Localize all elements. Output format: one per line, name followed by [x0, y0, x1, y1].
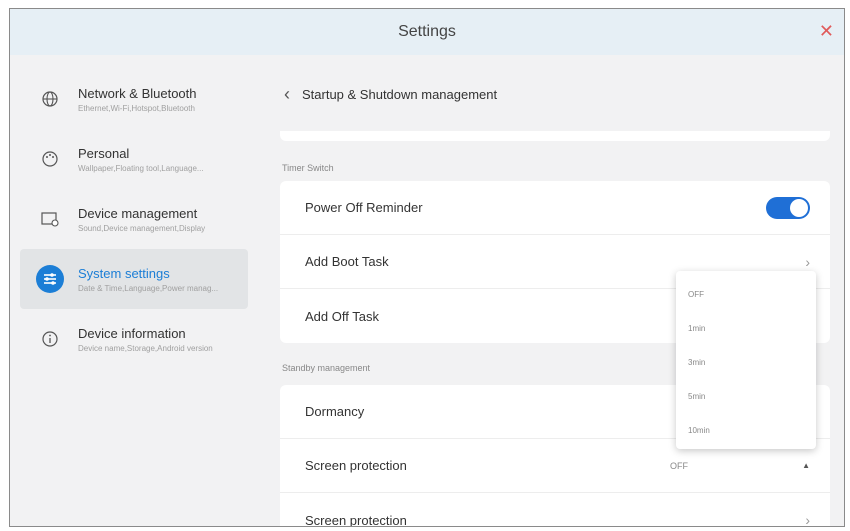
dropdown-option[interactable]: OFF: [676, 277, 816, 311]
title-bar: Settings ✕: [10, 9, 844, 55]
page-title: Startup & Shutdown management: [302, 86, 498, 102]
previous-card-edge: [280, 131, 830, 141]
info-icon: [32, 321, 68, 357]
back-chevron-icon[interactable]: ‹: [284, 84, 290, 105]
sidebar-item-subtitle: Ethernet,Wi-Fi,Hotspot,Bluetooth: [78, 103, 195, 113]
dropdown-option[interactable]: 10min: [676, 413, 816, 447]
screen-protection-dropdown: OFF 1min 3min 5min 10min: [676, 271, 816, 449]
power-off-reminder-toggle[interactable]: [766, 196, 810, 219]
sidebar: Network & Bluetooth Ethernet,Wi-Fi,Hotsp…: [20, 69, 248, 369]
sidebar-item-label: System settings: [78, 265, 170, 281]
dropdown-option[interactable]: 5min: [676, 379, 816, 413]
window-title: Settings: [398, 23, 456, 40]
dropdown-option[interactable]: 3min: [676, 345, 816, 379]
screen-protection-select[interactable]: OFF ▲: [670, 461, 810, 471]
section-label-standby-management: Standby management: [282, 363, 371, 373]
dropdown-option[interactable]: 1min: [676, 311, 816, 345]
row-label: Screen protection: [305, 458, 407, 473]
sidebar-item-subtitle: Device name,Storage,Android version: [78, 343, 213, 353]
sidebar-item-label: Device information: [78, 325, 186, 341]
screen-protection-row[interactable]: Screen protection ›: [280, 493, 830, 527]
page-header: ‹ Startup & Shutdown management: [272, 69, 830, 119]
settings-window: Settings ✕ Network & Bluetooth Ethernet,…: [9, 8, 845, 527]
sidebar-item-label: Device management: [78, 205, 198, 221]
row-label: Power Off Reminder: [305, 200, 423, 215]
palette-icon: [32, 141, 68, 177]
sidebar-item-network-bluetooth[interactable]: Network & Bluetooth Ethernet,Wi-Fi,Hotsp…: [20, 69, 248, 129]
sidebar-item-device-management[interactable]: Device management Sound,Device managemen…: [20, 189, 248, 249]
device-settings-icon: [32, 201, 68, 237]
sidebar-item-system-settings[interactable]: System settings Date & Time,Language,Pow…: [20, 249, 248, 309]
sidebar-item-subtitle: Sound,Device management,Display: [78, 223, 206, 233]
power-off-reminder-row[interactable]: Power Off Reminder: [280, 181, 830, 235]
sidebar-item-subtitle: Date & Time,Language,Power manag...: [78, 283, 219, 293]
row-label: Add Boot Task: [305, 254, 389, 269]
caret-up-icon: ▲: [802, 461, 810, 470]
sidebar-item-label: Personal: [78, 145, 130, 161]
sidebar-item-personal[interactable]: Personal Wallpaper,Floating tool,Languag…: [20, 129, 248, 189]
sidebar-item-subtitle: Wallpaper,Floating tool,Language...: [78, 163, 204, 173]
sliders-icon: [32, 261, 68, 297]
close-icon[interactable]: ✕: [819, 21, 834, 42]
sidebar-item-device-information[interactable]: Device information Device name,Storage,A…: [20, 309, 248, 369]
select-value: OFF: [670, 460, 688, 471]
sidebar-item-label: Network & Bluetooth: [78, 85, 197, 101]
row-label: Screen protection: [305, 512, 407, 527]
chevron-right-icon: ›: [805, 512, 810, 527]
section-label-timer-switch: Timer Switch: [282, 163, 334, 173]
globe-icon: [32, 81, 68, 117]
chevron-right-icon: ›: [805, 253, 810, 270]
